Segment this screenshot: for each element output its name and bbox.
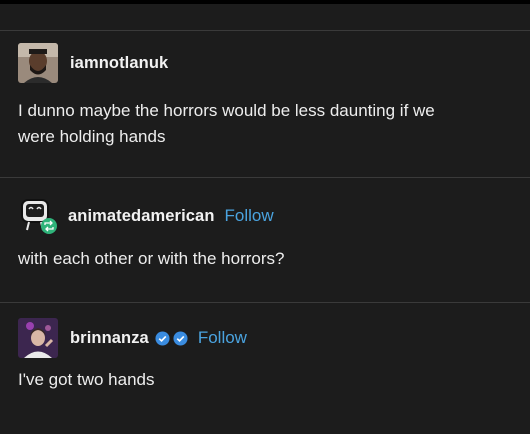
divider	[0, 30, 530, 31]
tv-character-icon	[21, 199, 57, 234]
top-bar	[0, 0, 530, 4]
post-header: iamnotlanuk	[18, 42, 168, 84]
tumblr-thread: iamnotlanuk I dunno maybe the horrors wo…	[0, 0, 530, 434]
reblog-badge-icon	[41, 218, 57, 234]
follow-button[interactable]: Follow	[198, 328, 247, 348]
username[interactable]: animatedamerican	[68, 207, 215, 226]
profile-photo-icon	[18, 43, 58, 83]
username[interactable]: iamnotlanuk	[70, 54, 168, 73]
verified-badge-icon	[155, 330, 170, 346]
avatar[interactable]	[18, 43, 58, 83]
divider	[0, 177, 530, 178]
post-text: I've got two hands	[18, 370, 155, 389]
post-text-line: I dunno maybe the horrors would be less …	[18, 101, 435, 120]
divider	[0, 302, 530, 303]
avatar[interactable]	[18, 196, 60, 236]
post-text: with each other or with the horrors?	[18, 249, 285, 268]
avatar[interactable]	[18, 318, 58, 358]
follow-button[interactable]: Follow	[225, 206, 274, 226]
post-text-line: were holding hands	[18, 127, 166, 146]
post-text: I dunno maybe the horrors would be less …	[18, 98, 518, 150]
username[interactable]: brinnanza	[70, 329, 149, 348]
post-header: animatedamerican Follow	[18, 195, 274, 237]
profile-photo-icon	[18, 318, 58, 358]
post-header: brinnanza Follow	[18, 317, 247, 359]
verified-badge-icon	[173, 330, 188, 346]
